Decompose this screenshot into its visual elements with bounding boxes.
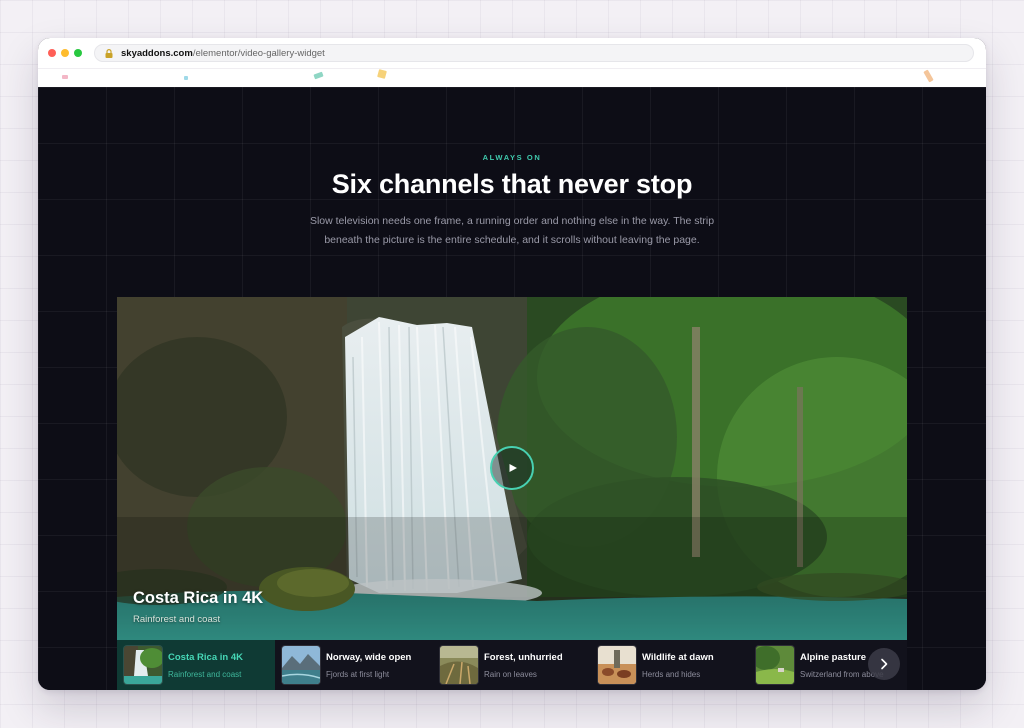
maximize-window-button[interactable] (74, 49, 82, 57)
playlist-item-subtitle: Fjords at first light (326, 669, 390, 679)
play-button[interactable] (490, 446, 534, 490)
playlist-item-subtitle: Herds and hides (642, 669, 701, 679)
url-domain: skyaddons.com (121, 47, 193, 59)
playlist-item-title: Forest, unhurried (484, 651, 563, 663)
playlist-item[interactable]: Wildlife at dawn Herds and hides (591, 640, 749, 690)
chevron-right-icon (881, 658, 888, 670)
playlist-item[interactable]: Forest, unhurried Rain on leaves (433, 640, 591, 690)
video-subtitle: Rainforest and coast (133, 614, 221, 625)
playlist-thumbnail (756, 646, 794, 684)
playlist-thumbnail (440, 646, 478, 684)
confetti-piece (62, 75, 68, 79)
video-title: Costa Rica in 4K (133, 589, 264, 607)
playlist-item-title: Norway, wide open (326, 651, 412, 663)
close-window-button[interactable] (48, 49, 56, 57)
playlist-thumbnail (124, 646, 162, 684)
playlist-item-title: Wildlife at dawn (642, 651, 714, 663)
confetti-ribbon (38, 68, 986, 87)
channel-playlist[interactable]: Costa Rica in 4K Rainforest and coast No… (117, 640, 907, 690)
confetti-piece (184, 76, 188, 80)
address-bar[interactable]: skyaddons.com/elementor/video-gallery-wi… (94, 44, 974, 62)
playlist-item-title: Costa Rica in 4K (168, 651, 243, 663)
section-eyebrow: ALWAYS ON (482, 153, 542, 162)
playlist-next-button[interactable] (868, 648, 900, 680)
playlist-item-subtitle: Rainforest and coast (168, 669, 242, 679)
confetti-piece (313, 71, 324, 80)
confetti-piece (923, 69, 934, 83)
video-caption: Costa Rica in 4K Rainforest and coast (133, 589, 263, 625)
browser-window: skyaddons.com/elementor/video-gallery-wi… (38, 38, 986, 690)
section-description: Slow television needs one frame, a runni… (309, 215, 715, 246)
playlist-thumbnail (598, 646, 636, 684)
playlist-item[interactable]: Costa Rica in 4K Rainforest and coast (117, 640, 275, 690)
confetti-piece (377, 69, 387, 79)
page-content: ALWAYS ON Six channels that never stop S… (38, 87, 986, 690)
url-path: /elementor/video-gallery-widget (192, 47, 325, 59)
playlist-item[interactable]: Norway, wide open Fjords at first light (275, 640, 433, 690)
playlist-item-subtitle: Rain on leaves (484, 669, 537, 679)
lock-icon (105, 48, 113, 58)
video-player[interactable]: Costa Rica in 4K Rainforest and coast (117, 297, 907, 640)
playlist-thumbnail (282, 646, 320, 684)
browser-chrome: skyaddons.com/elementor/video-gallery-wi… (38, 38, 986, 68)
page-title: Six channels that never stop (331, 169, 693, 199)
minimize-window-button[interactable] (61, 49, 69, 57)
play-icon (509, 464, 517, 472)
